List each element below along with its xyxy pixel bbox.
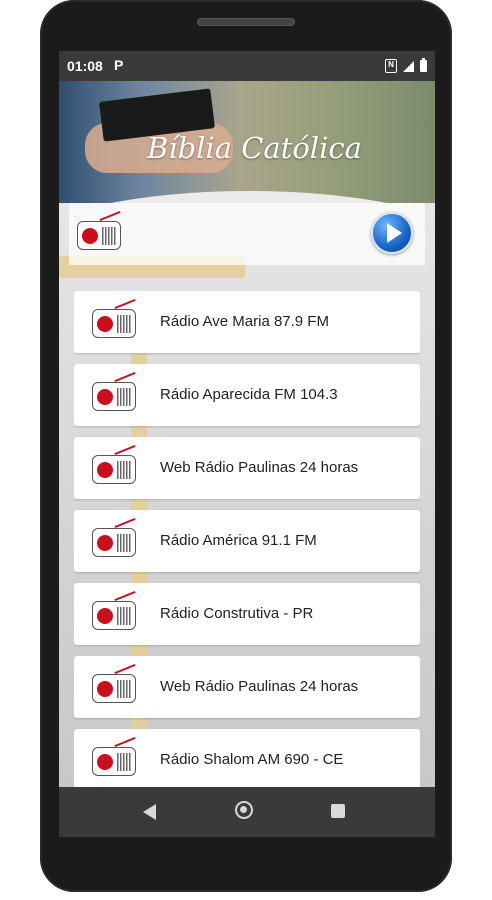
station-item[interactable]: Rádio Construtiva - PR [74, 583, 420, 645]
banner-curve [59, 191, 435, 203]
station-label: Rádio Shalom AM 690 - CE [160, 751, 344, 768]
radio-icon [92, 590, 138, 631]
radio-icon [92, 371, 138, 412]
notification-p-icon: P [114, 57, 124, 73]
station-label: Rádio Ave Maria 87.9 FM [160, 313, 329, 330]
station-item[interactable]: Rádio Shalom AM 690 - CE [74, 729, 420, 787]
battery-icon [420, 58, 427, 72]
header-banner: Bíblia Católica [59, 81, 435, 203]
station-label: Rádio Construtiva - PR [160, 605, 314, 622]
navigation-bar [59, 787, 435, 837]
nfc-icon: N [385, 59, 397, 73]
station-item[interactable]: Web Rádio Paulinas 24 horas [74, 656, 420, 718]
radio-icon [92, 444, 138, 485]
player-bar [69, 203, 425, 265]
status-time: 01:08 [67, 58, 103, 74]
signal-icon [403, 60, 414, 72]
radio-icon [77, 210, 123, 251]
status-bar: 01:08 P N [59, 51, 435, 81]
app-title: Bíblia Católica [147, 131, 362, 165]
station-label: Rádio Aparecida FM 104.3 [160, 386, 338, 403]
station-item[interactable]: Web Rádio Paulinas 24 horas [74, 437, 420, 499]
radio-icon [92, 298, 138, 339]
home-icon[interactable] [235, 801, 253, 819]
play-button[interactable] [371, 212, 413, 254]
station-item[interactable]: Rádio Aparecida FM 104.3 [74, 364, 420, 426]
radio-icon [92, 517, 138, 558]
station-label: Web Rádio Paulinas 24 horas [160, 459, 359, 476]
play-icon [387, 223, 402, 243]
recents-icon[interactable] [331, 804, 345, 818]
status-icons: N [385, 58, 427, 73]
radio-icon [92, 736, 138, 777]
radio-icon [92, 663, 138, 704]
station-item[interactable]: Rádio América 91.1 FM [74, 510, 420, 572]
back-icon[interactable] [143, 804, 156, 820]
phone-speaker [197, 18, 295, 26]
station-label: Web Rádio Paulinas 24 horas [160, 678, 359, 695]
station-list[interactable]: Rádio Ave Maria 87.9 FM Rádio Aparecida … [74, 291, 420, 787]
station-item[interactable]: Rádio Ave Maria 87.9 FM [74, 291, 420, 353]
app-screen: 01:08 P N Bíblia Católica Rádio Ave Mari… [59, 51, 435, 837]
station-label: Rádio América 91.1 FM [160, 532, 317, 549]
phone-frame: 01:08 P N Bíblia Católica Rádio Ave Mari… [40, 0, 452, 892]
